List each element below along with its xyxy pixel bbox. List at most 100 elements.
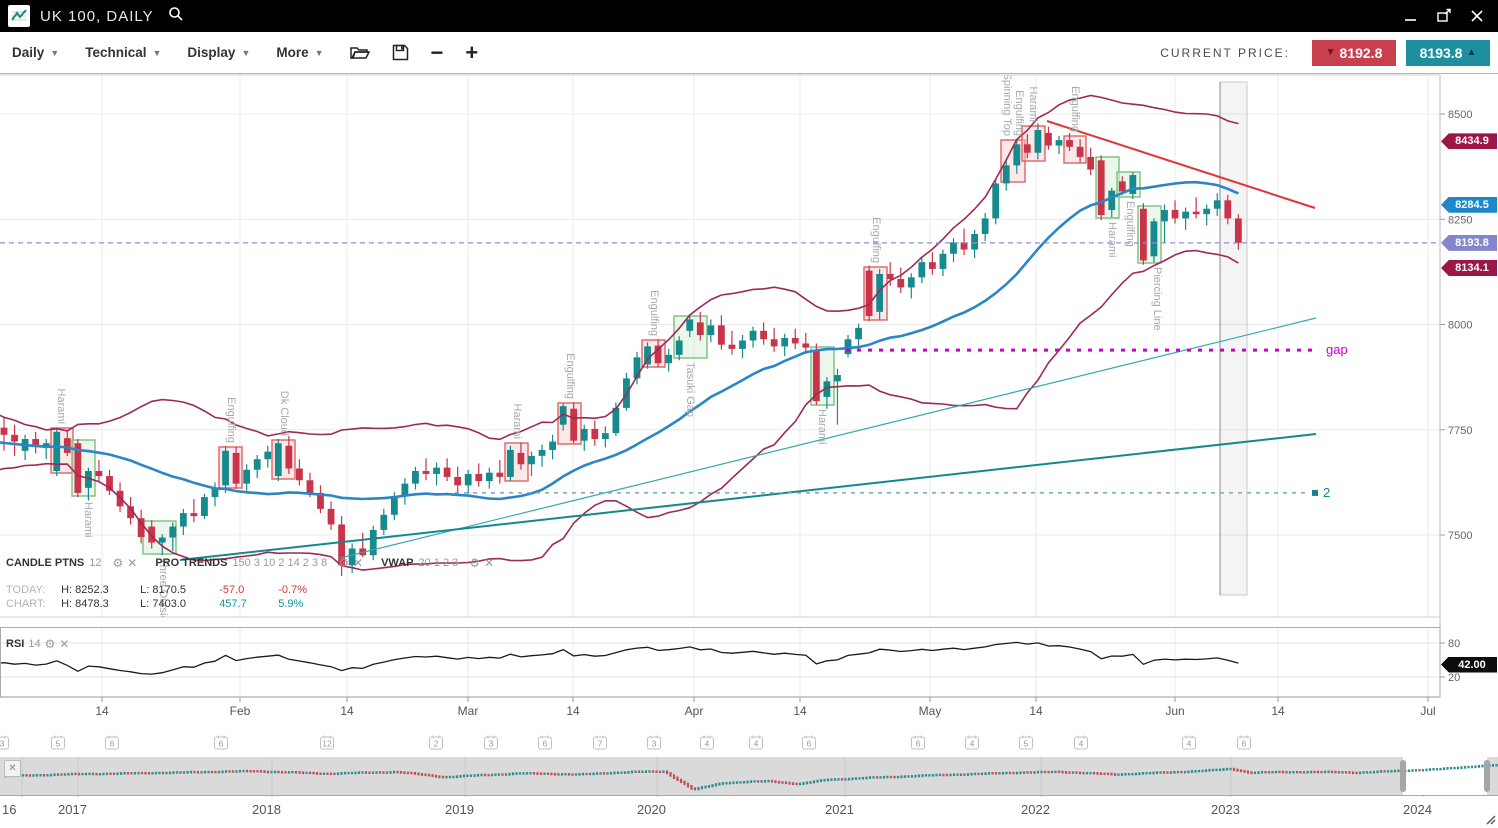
today-change: -57.0 (219, 583, 275, 597)
candle-body (613, 408, 620, 433)
calendar-badge-count: 4 (705, 739, 710, 749)
candle-body (792, 338, 799, 343)
pattern-label: Tasuki Gap (684, 362, 696, 417)
zoom-out-button[interactable]: − (431, 42, 444, 64)
technical-menu-label: Technical (85, 45, 146, 60)
save-icon[interactable] (392, 44, 409, 61)
candle-body (855, 328, 862, 339)
gear-icon[interactable]: ⚙ (45, 637, 56, 651)
resize-handle[interactable] (1487, 816, 1495, 824)
indicator-name: PRO TRENDS (155, 557, 227, 569)
remove-indicator-icon[interactable]: ✕ (59, 637, 69, 651)
candle-body (201, 497, 208, 516)
today-high: H: 8252.3 (61, 583, 137, 597)
pattern-label: Engulfing (648, 290, 660, 336)
chart-canvas[interactable]: gap2HaramiHaramiThree OutsideEngulfingDk… (0, 0, 1498, 828)
candle-body (1203, 209, 1210, 214)
candle-body (64, 438, 71, 453)
candle-body (760, 331, 767, 339)
remove-indicator-icon[interactable]: ✕ (127, 556, 137, 570)
calendar-badge-count: 3 (652, 739, 657, 749)
candle-body (275, 443, 282, 476)
candle-body (539, 450, 546, 456)
minimize-button[interactable] (1404, 9, 1418, 23)
minimap-selection-window[interactable] (1403, 757, 1487, 795)
candle-body (771, 339, 778, 346)
rsi-axis-label: 20 (1448, 672, 1460, 684)
calendar-badge-count: 5 (1024, 739, 1029, 749)
current-price-label: CURRENT PRICE: (1160, 46, 1290, 60)
pattern-label: Harami (816, 409, 828, 444)
pattern-label: Engulfing (564, 353, 576, 399)
remove-indicator-icon[interactable]: ✕ (484, 556, 494, 570)
instrument-title: UK 100, DAILY (40, 8, 154, 25)
candle-body (454, 477, 461, 485)
x-axis-label: Mar (458, 704, 479, 718)
candle-body (380, 515, 387, 530)
trend-line[interactable] (1047, 121, 1315, 208)
minimap-close-button[interactable]: ✕ (4, 760, 21, 777)
event-badge-row: 35661223673446645446 (0, 736, 1251, 750)
candle-body (264, 452, 271, 460)
year-label: 2020 (637, 802, 666, 817)
x-axis-label: 14 (340, 704, 354, 718)
open-folder-icon[interactable] (350, 45, 370, 61)
pattern-label: Engulfing (870, 217, 882, 263)
interval-menu[interactable]: Daily▼ (12, 45, 59, 60)
candle-body (296, 468, 303, 480)
candle-body (1129, 175, 1136, 194)
calendar-badge-count: 2 (434, 739, 439, 749)
calendar-badge-count: 3 (489, 739, 494, 749)
title-bar: UK 100, DAILY (0, 0, 1498, 32)
candle-body (1161, 210, 1168, 221)
candle-body (950, 242, 957, 253)
calendar-badge-count: 6 (110, 739, 115, 749)
candle-body (802, 343, 809, 347)
year-label: 2019 (445, 802, 474, 817)
gear-icon[interactable]: ⚙ (469, 556, 480, 570)
minimap-left-handle[interactable] (1400, 760, 1406, 792)
candle-body (180, 513, 187, 526)
chart-high: H: 8478.3 (61, 597, 137, 611)
remove-indicator-icon[interactable]: ✕ (353, 556, 363, 570)
indicator-params: 150 3 10 2 14 2 3 8 (232, 557, 327, 569)
close-button[interactable] (1470, 9, 1484, 23)
gear-icon[interactable]: ⚙ (112, 556, 123, 570)
minimap-right-handle[interactable] (1484, 760, 1490, 792)
candle-body (1066, 140, 1073, 147)
timeline-minimap[interactable]: 1620172018201920202021202220232024 (0, 757, 1498, 817)
down-arrow-icon: ▼ (1326, 47, 1336, 58)
indicator-params: 12 (89, 557, 101, 569)
pattern-label: Harami (82, 502, 94, 537)
candle-body (391, 496, 398, 515)
chevron-down-icon: ▼ (152, 48, 161, 58)
candle-body (518, 453, 525, 464)
chevron-down-icon: ▼ (241, 48, 250, 58)
search-icon[interactable] (168, 6, 184, 27)
app-logo-icon (8, 5, 30, 27)
candle-body (1119, 181, 1126, 191)
candle-body (328, 509, 335, 525)
pattern-label: Harami (1106, 222, 1118, 257)
year-label: 2022 (1021, 802, 1050, 817)
popout-button[interactable] (1436, 8, 1452, 24)
level-2-label: 2 (1323, 485, 1330, 500)
candle-body (918, 262, 925, 277)
rsi-value-tag: 42.00 (1441, 657, 1497, 673)
gear-icon[interactable]: ⚙ (338, 556, 349, 570)
calendar-badge-count: 3 (0, 739, 5, 749)
candle-body (739, 340, 746, 348)
main-plot[interactable]: gap2HaramiHaramiThree OutsideEngulfingDk… (0, 73, 1440, 628)
candle-body (285, 446, 292, 469)
pattern-label: Piercing Line (1151, 267, 1163, 331)
x-axis-label: Feb (230, 704, 251, 718)
pattern-label: Engulfing (1069, 86, 1081, 132)
more-menu[interactable]: More▼ (276, 45, 323, 60)
technical-menu[interactable]: Technical ▼ (85, 45, 161, 60)
zoom-in-button[interactable]: + (465, 42, 478, 64)
display-menu[interactable]: Display▼ (187, 45, 250, 60)
x-axis-label: May (919, 704, 942, 718)
pattern-label: Spinning Top (1001, 73, 1013, 136)
x-axis-label: Apr (685, 704, 704, 718)
candle-body (159, 538, 166, 543)
